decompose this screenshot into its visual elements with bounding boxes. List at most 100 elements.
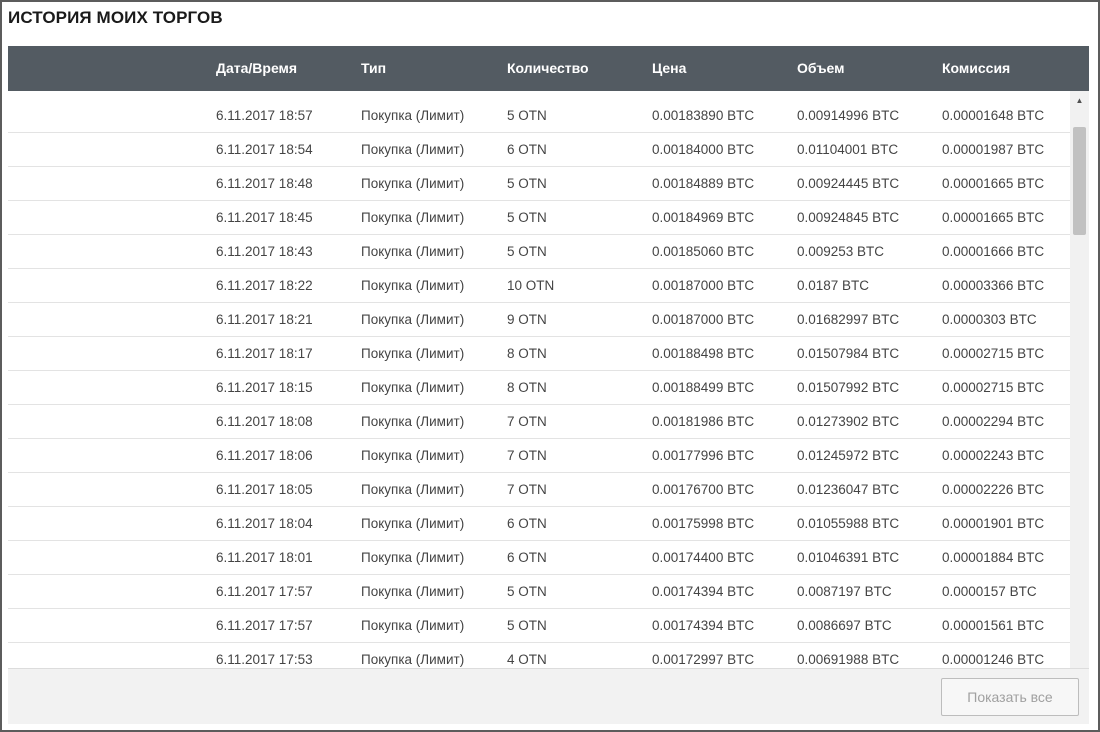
cell-datetime: 6.11.2017 18:48 <box>216 176 313 191</box>
cell-price: 0.00177996 BTC <box>652 448 755 463</box>
cell-type: Покупка (Лимит) <box>361 108 465 123</box>
cell-datetime: 6.11.2017 18:17 <box>216 346 313 361</box>
table-row[interactable]: 6.11.2017 18:04 Покупка (Лимит) 6 OTN 0.001… <box>8 507 1070 541</box>
cell-commission: 0.0000303 BTC <box>942 312 1037 327</box>
cell-price: 0.00176700 BTC <box>652 482 755 497</box>
cell-commission: 0.00002243 BTC <box>942 448 1045 463</box>
cell-quantity: 9 OTN <box>507 312 547 327</box>
trade-history-table: Дата/Время Тип Количество Цена Объем Ком… <box>8 46 1089 724</box>
table-row[interactable]: 6.11.2017 17:57 Покупка (Лимит) 5 OTN 0.001… <box>8 575 1070 609</box>
cell-commission: 0.00001666 BTC <box>942 244 1045 259</box>
column-header-commission[interactable]: Комиссия <box>942 46 1010 91</box>
cell-quantity: 5 OTN <box>507 108 547 123</box>
cell-commission: 0.00002715 BTC <box>942 346 1045 361</box>
cell-quantity: 5 OTN <box>507 210 547 225</box>
cell-commission: 0.00001884 BTC <box>942 550 1045 565</box>
cell-datetime: 6.11.2017 17:57 <box>216 618 313 633</box>
cell-datetime: 6.11.2017 18:15 <box>216 380 313 395</box>
cell-price: 0.00175998 BTC <box>652 516 755 531</box>
cell-datetime: 6.11.2017 18:01 <box>216 550 313 565</box>
cell-price: 0.00174394 BTC <box>652 584 755 599</box>
table-body[interactable]: 6.11.2017 18:57 Покупка (Лимит) 5 OTN 0.001… <box>8 91 1089 713</box>
cell-volume: 0.00924445 BTC <box>797 176 900 191</box>
trade-history-panel: ИСТОРИЯ МОИХ ТОРГОВ Дата/Время Тип Колич… <box>0 0 1100 732</box>
cell-price: 0.00187000 BTC <box>652 312 755 327</box>
cell-volume: 0.01507992 BTC <box>797 380 900 395</box>
cell-quantity: 6 OTN <box>507 516 547 531</box>
column-header-volume[interactable]: Объем <box>797 46 845 91</box>
table-row[interactable]: 6.11.2017 18:01 Покупка (Лимит) 6 OTN 0.001… <box>8 541 1070 575</box>
cell-type: Покупка (Лимит) <box>361 448 465 463</box>
cell-price: 0.00183890 BTC <box>652 108 755 123</box>
table-rows: 6.11.2017 18:57 Покупка (Лимит) 5 OTN 0.001… <box>8 99 1070 677</box>
cell-volume: 0.01273902 BTC <box>797 414 900 429</box>
cell-volume: 0.01104001 BTC <box>797 142 899 157</box>
cell-volume: 0.00914996 BTC <box>797 108 900 123</box>
cell-price: 0.00187000 BTC <box>652 278 755 293</box>
cell-volume: 0.01507984 BTC <box>797 346 900 361</box>
cell-commission: 0.00001901 BTC <box>942 516 1045 531</box>
table-row[interactable]: 6.11.2017 18:22 Покупка (Лимит) 10 OTN 0.00… <box>8 269 1070 303</box>
cell-price: 0.00184000 BTC <box>652 142 755 157</box>
cell-type: Покупка (Лимит) <box>361 482 465 497</box>
cell-type: Покупка (Лимит) <box>361 346 465 361</box>
cell-volume: 0.01236047 BTC <box>797 482 900 497</box>
column-header-type[interactable]: Тип <box>361 46 386 91</box>
vertical-scrollbar[interactable]: ▲ ▼ <box>1070 91 1089 713</box>
cell-commission: 0.00002715 BTC <box>942 380 1045 395</box>
cell-commission: 0.00002226 BTC <box>942 482 1045 497</box>
cell-quantity: 5 OTN <box>507 618 547 633</box>
cell-type: Покупка (Лимит) <box>361 210 465 225</box>
cell-volume: 0.009253 BTC <box>797 244 885 259</box>
cell-price: 0.00185060 BTC <box>652 244 755 259</box>
cell-quantity: 6 OTN <box>507 550 547 565</box>
cell-datetime: 6.11.2017 18:05 <box>216 482 313 497</box>
cell-type: Покупка (Лимит) <box>361 278 465 293</box>
table-row[interactable]: 6.11.2017 18:57 Покупка (Лимит) 5 OTN 0.001… <box>8 99 1070 133</box>
cell-quantity: 8 OTN <box>507 380 547 395</box>
cell-volume: 0.0086697 BTC <box>797 618 892 633</box>
table-row[interactable]: 6.11.2017 18:06 Покупка (Лимит) 7 OTN 0.001… <box>8 439 1070 473</box>
table-row[interactable]: 6.11.2017 18:17 Покупка (Лимит) 8 OTN 0.001… <box>8 337 1070 371</box>
show-all-button[interactable]: Показать все <box>941 678 1079 716</box>
table-row[interactable]: 6.11.2017 18:54 Покупка (Лимит) 6 OTN 0.001… <box>8 133 1070 167</box>
cell-datetime: 6.11.2017 18:06 <box>216 448 313 463</box>
cell-volume: 0.01046391 BTC <box>797 550 900 565</box>
cell-volume: 0.01055988 BTC <box>797 516 900 531</box>
cell-commission: 0.00001561 BTC <box>942 618 1045 633</box>
table-row[interactable]: 6.11.2017 17:57 Покупка (Лимит) 5 OTN 0.001… <box>8 609 1070 643</box>
scroll-thumb[interactable] <box>1073 127 1086 235</box>
cell-type: Покупка (Лимит) <box>361 380 465 395</box>
table-row[interactable]: 6.11.2017 18:08 Покупка (Лимит) 7 OTN 0.001… <box>8 405 1070 439</box>
table-row[interactable]: 6.11.2017 18:05 Покупка (Лимит) 7 OTN 0.001… <box>8 473 1070 507</box>
cell-price: 0.00188498 BTC <box>652 346 755 361</box>
cell-commission: 0.00001648 BTC <box>942 108 1045 123</box>
cell-price: 0.00188499 BTC <box>652 380 755 395</box>
column-header-datetime[interactable]: Дата/Время <box>216 46 297 91</box>
cell-price: 0.00181986 BTC <box>652 414 755 429</box>
cell-quantity: 10 OTN <box>507 278 555 293</box>
cell-commission: 0.00002294 BTC <box>942 414 1045 429</box>
table-row[interactable]: 6.11.2017 18:21 Покупка (Лимит) 9 OTN 0.001… <box>8 303 1070 337</box>
cell-datetime: 6.11.2017 18:54 <box>216 142 313 157</box>
table-row[interactable]: 6.11.2017 18:45 Покупка (Лимит) 5 OTN 0.001… <box>8 201 1070 235</box>
cell-type: Покупка (Лимит) <box>361 414 465 429</box>
cell-commission: 0.00001665 BTC <box>942 210 1045 225</box>
cell-commission: 0.00001665 BTC <box>942 176 1045 191</box>
table-row[interactable]: 6.11.2017 18:43 Покупка (Лимит) 5 OTN 0.001… <box>8 235 1070 269</box>
table-row[interactable]: 6.11.2017 18:15 Покупка (Лимит) 8 OTN 0.001… <box>8 371 1070 405</box>
column-header-quantity[interactable]: Количество <box>507 46 589 91</box>
cell-price: 0.00184969 BTC <box>652 210 755 225</box>
cell-type: Покупка (Лимит) <box>361 176 465 191</box>
scroll-up-icon[interactable]: ▲ <box>1070 93 1089 109</box>
cell-quantity: 5 OTN <box>507 176 547 191</box>
table-header: Дата/Время Тип Количество Цена Объем Ком… <box>8 46 1089 91</box>
cell-volume: 0.0187 BTC <box>797 278 870 293</box>
cell-type: Покупка (Лимит) <box>361 142 465 157</box>
column-header-price[interactable]: Цена <box>652 46 686 91</box>
cell-type: Покупка (Лимит) <box>361 618 465 633</box>
table-row[interactable]: 6.11.2017 18:48 Покупка (Лимит) 5 OTN 0.001… <box>8 167 1070 201</box>
cell-price: 0.00174400 BTC <box>652 550 755 565</box>
cell-quantity: 7 OTN <box>507 448 547 463</box>
cell-volume: 0.0087197 BTC <box>797 584 892 599</box>
